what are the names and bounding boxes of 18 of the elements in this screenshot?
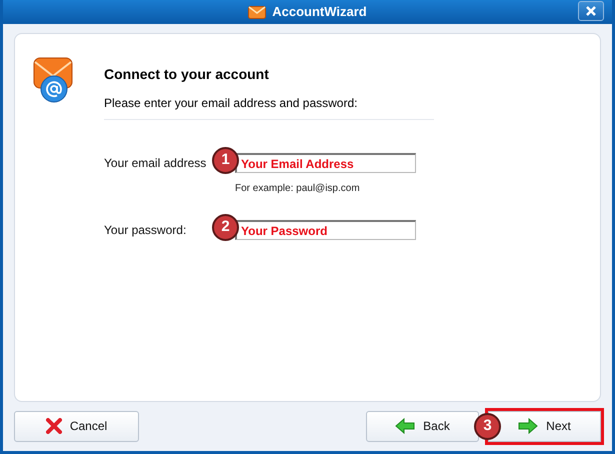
field-label: Your email address [104, 156, 206, 170]
envelope-icon [248, 6, 266, 18]
step-badge: 1 [212, 147, 239, 174]
input-field[interactable]: Your Email Address [235, 153, 416, 173]
hint-text: For example: paul@isp.com [235, 182, 361, 196]
back-button[interactable]: Back [366, 410, 479, 442]
instruction-text: Please enter your email address and password: [104, 95, 358, 112]
step-badge: 2 [212, 214, 239, 241]
close-icon [586, 6, 596, 16]
cross-icon [46, 418, 62, 434]
field-label: Your password: [104, 223, 186, 237]
close-button[interactable] [578, 1, 604, 21]
cancel-button[interactable]: Cancel [14, 410, 139, 442]
window-title: AccountWizard [272, 3, 367, 22]
right-arrow-icon [518, 418, 538, 434]
input-field[interactable]: Your Password [235, 220, 416, 240]
left-arrow-icon [395, 418, 416, 434]
heading: Connect to your account [104, 65, 270, 84]
